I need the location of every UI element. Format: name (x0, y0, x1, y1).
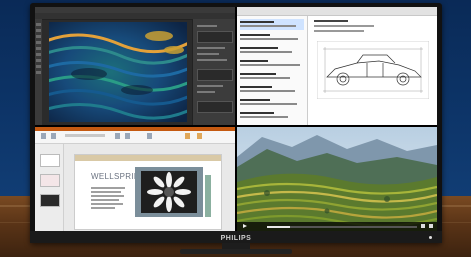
tool-icon[interactable] (36, 65, 41, 68)
monitor: WELLSPRING PHILIPS (30, 3, 442, 243)
text-line (91, 203, 123, 205)
tool-icon[interactable] (36, 71, 41, 74)
panel-swatch[interactable] (197, 31, 233, 43)
arrange-icon[interactable] (197, 133, 202, 139)
panel-header[interactable] (197, 25, 217, 27)
message-row[interactable] (240, 45, 304, 56)
panel-setting[interactable] (197, 59, 227, 61)
message-list (237, 16, 308, 125)
panel-setting[interactable] (197, 53, 219, 55)
message-row[interactable] (240, 32, 304, 43)
message-preview (240, 25, 296, 27)
message-row[interactable] (240, 71, 304, 82)
message-row[interactable] (240, 58, 304, 69)
message-meta (314, 30, 364, 32)
message-preview (240, 64, 300, 66)
message-row[interactable] (240, 110, 304, 121)
tool-icon[interactable] (36, 47, 41, 50)
video-progress-bar[interactable] (267, 226, 417, 228)
message-row[interactable] (240, 19, 304, 30)
daisy-flower-icon (147, 172, 191, 212)
fullscreen-icon[interactable] (429, 224, 433, 228)
text-line (91, 199, 119, 201)
video-controls (237, 222, 437, 231)
slide-thumbnails (35, 144, 64, 231)
slide-thumbnail[interactable] (40, 154, 60, 167)
text-line (91, 191, 121, 193)
ribbon-tab-bar[interactable] (35, 127, 235, 131)
message-row[interactable] (240, 97, 304, 108)
panel-setting[interactable] (197, 47, 225, 49)
tool-icon[interactable] (36, 59, 41, 62)
photo-editor-toolbox (35, 19, 42, 125)
power-led-icon[interactable] (429, 236, 432, 239)
shapes-icon[interactable] (185, 133, 190, 139)
slide-thumbnail[interactable] (40, 194, 60, 207)
tool-icon[interactable] (36, 29, 41, 32)
presentation-ribbon (35, 127, 235, 144)
panel-setting[interactable] (197, 91, 215, 93)
message-sender (240, 73, 276, 75)
slide-thumbnail[interactable] (40, 174, 60, 187)
mail-toolbar[interactable] (237, 7, 437, 16)
message-sender (240, 112, 274, 114)
italic-icon[interactable] (125, 133, 130, 139)
message-sender (240, 34, 270, 36)
flower-image[interactable] (141, 171, 197, 213)
text-line (91, 187, 125, 189)
text-line (91, 195, 124, 197)
message-sender (240, 60, 268, 62)
monitor-screen: WELLSPRING (35, 7, 437, 231)
message-sender (240, 47, 278, 49)
panel-setting[interactable] (197, 85, 223, 87)
slide-header-bar (75, 155, 221, 161)
monitor-chin: PHILIPS (30, 231, 442, 243)
mail-window (237, 7, 437, 125)
car-blueprint-drawing (317, 41, 429, 99)
message-preview (240, 90, 295, 92)
message-preview (240, 51, 292, 53)
monitor-stand-base (180, 249, 292, 254)
paste-icon[interactable] (41, 133, 46, 139)
tool-icon[interactable] (36, 41, 41, 44)
feather-photo-canvas[interactable] (49, 22, 187, 122)
text-line (91, 207, 115, 209)
volume-icon[interactable] (421, 224, 425, 228)
message-row[interactable] (240, 84, 304, 95)
photo-editor-panels (192, 19, 235, 125)
presentation-window: WELLSPRING (35, 127, 235, 231)
message-preview (240, 116, 288, 118)
message-preview (240, 38, 298, 40)
layer-row[interactable] (197, 101, 233, 113)
play-icon[interactable] (243, 224, 247, 228)
tool-icon[interactable] (36, 35, 41, 38)
align-icon[interactable] (147, 133, 152, 139)
photo-editor-window (35, 7, 235, 125)
panel-swatch[interactable] (197, 69, 233, 81)
video-player-window (237, 127, 437, 231)
message-preview (240, 103, 297, 105)
message-sender (240, 21, 274, 23)
monitor-brand-logo: PHILIPS (220, 235, 252, 242)
message-preview (240, 77, 290, 79)
message-sender (240, 99, 270, 101)
message-meta (314, 25, 374, 27)
slide-body-text[interactable] (91, 187, 127, 217)
font-selector[interactable] (65, 134, 105, 137)
slide-accent-bar (205, 175, 211, 217)
message-sender (240, 86, 272, 88)
video-progress-fill (267, 226, 290, 228)
new-slide-icon[interactable] (51, 133, 56, 139)
tool-icon[interactable] (36, 53, 41, 56)
tool-icon[interactable] (36, 23, 41, 26)
rice-terrace-video-frame[interactable] (237, 127, 437, 231)
current-slide[interactable]: WELLSPRING (75, 155, 221, 229)
bold-icon[interactable] (115, 133, 120, 139)
message-subject (314, 20, 348, 22)
